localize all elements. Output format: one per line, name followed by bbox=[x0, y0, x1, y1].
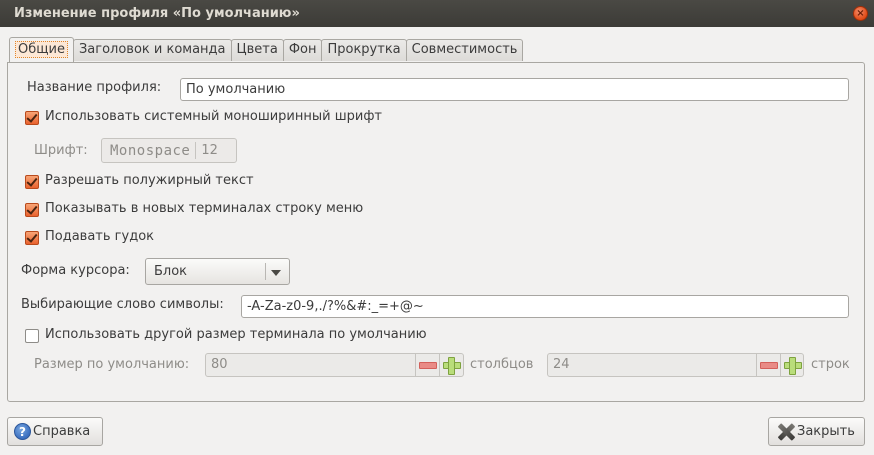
chevron-down-icon bbox=[271, 270, 281, 276]
tab-label: Общие bbox=[15, 41, 68, 58]
close-button-label: Закрыть bbox=[797, 424, 855, 439]
columns-value: 80 bbox=[211, 357, 228, 372]
terminal-bell-checkbox[interactable] bbox=[25, 231, 39, 245]
rows-unit-label: строк bbox=[811, 357, 850, 372]
custom-size-label: Использовать другой размер терминала по … bbox=[45, 327, 427, 342]
tab-title-and-command[interactable]: Заголовок и команда bbox=[72, 39, 232, 61]
rows-value: 24 bbox=[553, 357, 570, 372]
window-title: Изменение профиля «По умолчанию» bbox=[14, 6, 300, 21]
word-chars-input[interactable]: -A-Za-z0-9,./?%&#:_=+@~ bbox=[241, 295, 849, 318]
use-system-font-checkbox[interactable] bbox=[25, 111, 39, 125]
close-button[interactable]: Закрыть bbox=[768, 417, 865, 446]
show-menubar-checkbox[interactable] bbox=[25, 203, 39, 217]
tab-background[interactable]: Фон bbox=[282, 39, 323, 61]
use-system-font-label: Использовать системный моноширинный шриф… bbox=[45, 109, 383, 124]
font-separator bbox=[195, 142, 197, 159]
font-label: Шрифт: bbox=[34, 143, 88, 158]
profile-name-input[interactable]: По умолчанию bbox=[180, 78, 849, 101]
tab-general[interactable]: Общие bbox=[9, 37, 74, 62]
allow-bold-label: Разрешать полужирный текст bbox=[45, 173, 254, 188]
window-titlebar: Изменение профиля «По умолчанию» × bbox=[0, 0, 874, 27]
rows-decrement-minus-icon[interactable] bbox=[757, 354, 779, 376]
font-size: 12 bbox=[201, 143, 218, 158]
show-menubar-label: Показывать в новых терминалах строку мен… bbox=[45, 201, 364, 216]
help-icon: ? bbox=[14, 423, 31, 440]
tab-bar: Общие Заголовок и команда Цвета Фон Прок… bbox=[9, 37, 524, 62]
profile-name-label: Название профиля: bbox=[27, 80, 162, 95]
default-size-label: Размер по умолчанию: bbox=[34, 357, 190, 372]
window-close-icon[interactable]: × bbox=[853, 6, 868, 21]
custom-size-checkbox[interactable] bbox=[25, 329, 39, 343]
combo-separator bbox=[265, 263, 266, 280]
help-button-label: Справка bbox=[33, 424, 91, 439]
word-chars-label: Выбирающие слово символы: bbox=[21, 297, 224, 312]
close-x-icon bbox=[777, 423, 795, 441]
tab-colors[interactable]: Цвета bbox=[230, 39, 284, 61]
help-button[interactable]: ? Справка bbox=[7, 417, 103, 446]
rows-increment-plus-icon[interactable] bbox=[781, 354, 803, 376]
font-name: Monospace bbox=[110, 142, 191, 159]
columns-decrement-minus-icon[interactable] bbox=[416, 354, 438, 376]
terminal-bell-label: Подавать гудок bbox=[45, 229, 154, 244]
cursor-shape-select[interactable]: Блок bbox=[145, 258, 290, 285]
cursor-shape-value: Блок bbox=[154, 264, 188, 279]
font-chooser-button[interactable]: Monospace 12 bbox=[101, 138, 237, 163]
allow-bold-checkbox[interactable] bbox=[25, 175, 39, 189]
columns-unit-label: столбцов bbox=[470, 357, 534, 372]
tab-scrolling[interactable]: Прокрутка bbox=[321, 39, 407, 61]
tab-compatibility[interactable]: Совместимость bbox=[405, 39, 524, 61]
columns-increment-plus-icon[interactable] bbox=[440, 354, 462, 376]
cursor-shape-label: Форма курсора: bbox=[21, 263, 130, 278]
